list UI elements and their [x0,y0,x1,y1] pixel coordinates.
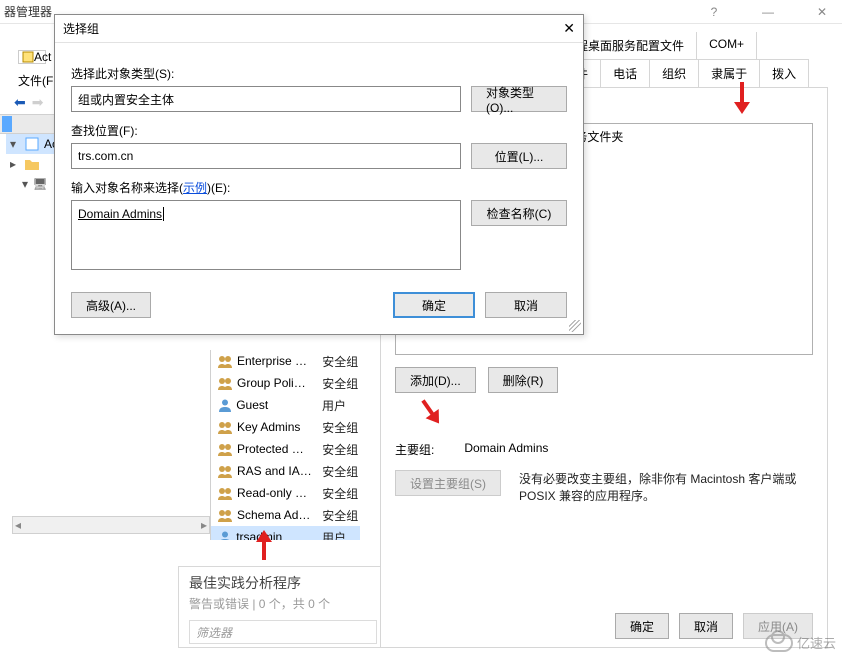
object-names-input[interactable]: Domain Admins [71,200,461,270]
forward-arrow-icon: ➡ [32,94,44,111]
annotation-arrow-icon [419,398,443,428]
object-type-label: 选择此对象类型(S): [71,65,567,82]
aduc-tab[interactable]: Act [18,50,46,64]
annotation-arrow-down-icon [730,82,754,116]
close-icon[interactable]: ✕ [802,0,842,24]
aduc-tab-label: Act [34,50,51,64]
list-item[interactable]: Read-only … 安全组 [211,482,360,504]
select-group-dialog: 选择组 ✕ 选择此对象类型(S): 组或内置安全主体 对象类型(O)... 查找… [54,14,584,335]
bp-filter-input[interactable]: 筛选器 [189,620,377,644]
item-name: trsadmin [236,530,318,540]
primary-group-label: 主要组: [395,441,434,458]
group-icon [217,463,233,479]
user-icon [217,397,232,413]
object-types-button[interactable]: 对象类型(O)... [471,86,567,112]
advanced-button[interactable]: 高级(A)... [71,292,151,318]
list-item[interactable]: Guest 用户 [211,394,360,416]
example-link[interactable]: 示例 [183,181,207,195]
tab-组织[interactable]: 组织 [649,59,699,87]
bp-subtitle: 警告或错误 | 0 个，共 0 个 [179,593,387,620]
item-name: Protected … [237,442,318,456]
tab-COM+[interactable]: COM+ [696,32,757,59]
best-practices-panel: 最佳实践分析程序 警告或错误 | 0 个，共 0 个 筛选器 [178,566,388,648]
item-type: 安全组 [322,485,360,502]
item-type: 安全组 [322,463,360,480]
item-name: Enterprise … [237,354,318,368]
horizontal-scrollbar[interactable]: ◂▸ [12,516,210,534]
group-icon [217,441,233,457]
ok-button[interactable]: 确定 [393,292,475,318]
item-name: Schema Ad… [237,508,318,522]
help-icon[interactable]: ? [694,0,734,24]
list-item[interactable]: Key Admins 安全组 [211,416,360,438]
list-item[interactable]: Protected … 安全组 [211,438,360,460]
watermark-text: 亿速云 [797,633,836,652]
back-arrow-icon[interactable]: ⬅ [14,94,26,111]
remove-button[interactable]: 删除(R) [488,367,559,393]
item-type: 安全组 [322,507,360,524]
watermark: 亿速云 [765,633,836,652]
item-name: Read-only … [237,486,318,500]
list-item[interactable]: Enterprise … 安全组 [211,350,360,372]
lookin-field: trs.com.cn [71,143,461,169]
cancel-button[interactable]: 取消 [679,613,733,639]
item-type: 安全组 [322,419,360,436]
object-type-field: 组或内置安全主体 [71,86,461,112]
list-item[interactable]: trsadmin 用户 [211,526,360,540]
annotation-arrow-up-icon [252,528,276,562]
check-names-button[interactable]: 检查名称(C) [471,200,567,226]
group-icon [217,419,233,435]
set-primary-group-button: 设置主要组(S) [395,470,501,496]
aduc-root-icon [24,136,40,152]
domain-icon: 🖥 [32,176,48,192]
lookin-label: 查找位置(F): [71,122,567,139]
enter-names-label: 输入对象名称来选择(示例)(E): [71,179,567,196]
user-icon [217,529,232,540]
group-icon [217,485,233,501]
minimize-icon[interactable]: — [748,0,788,24]
item-name: Group Poli… [237,376,318,390]
item-type: 安全组 [322,375,360,392]
bp-title: 最佳实践分析程序 [179,567,387,593]
list-item[interactable]: Group Poli… 安全组 [211,372,360,394]
group-icon [217,507,233,523]
aduc-icon [22,49,34,65]
folder-icon [24,156,40,172]
item-type: 用户 [322,529,360,541]
add-button[interactable]: 添加(D)... [395,367,476,393]
tab-拨入[interactable]: 拨入 [759,59,809,87]
resize-grip-icon[interactable] [569,320,581,332]
cancel-button[interactable]: 取消 [485,292,567,318]
cloud-icon [765,634,793,652]
item-type: 用户 [322,397,360,414]
item-type: 安全组 [322,441,360,458]
group-icon [217,353,233,369]
locations-button[interactable]: 位置(L)... [471,143,567,169]
server-manager-title: 器管理器 [0,3,52,20]
list-item[interactable]: RAS and IA… 安全组 [211,460,360,482]
dialog-title: 选择组 [63,20,563,37]
item-type: 安全组 [322,353,360,370]
item-name: Key Admins [237,420,318,434]
item-name: RAS and IA… [237,464,318,478]
primary-group-note: 没有必要改变主要组，除非你有 Macintosh 客户端或 POSIX 兼容的应… [519,470,813,504]
nav-arrows: ⬅ ➡ [14,94,43,111]
primary-group-value: Domain Admins [464,441,548,458]
ok-button[interactable]: 确定 [615,613,669,639]
dialog-close-icon[interactable]: ✕ [563,20,575,37]
tab-电话[interactable]: 电话 [600,59,650,87]
list-item[interactable]: Schema Ad… 安全组 [211,504,360,526]
group-icon [217,375,233,391]
file-menu[interactable]: 文件(F [18,72,53,89]
users-list[interactable]: Enterprise … 安全组 Group Poli… 安全组 Guest 用户 Key … [210,350,360,540]
item-name: Guest [236,398,318,412]
